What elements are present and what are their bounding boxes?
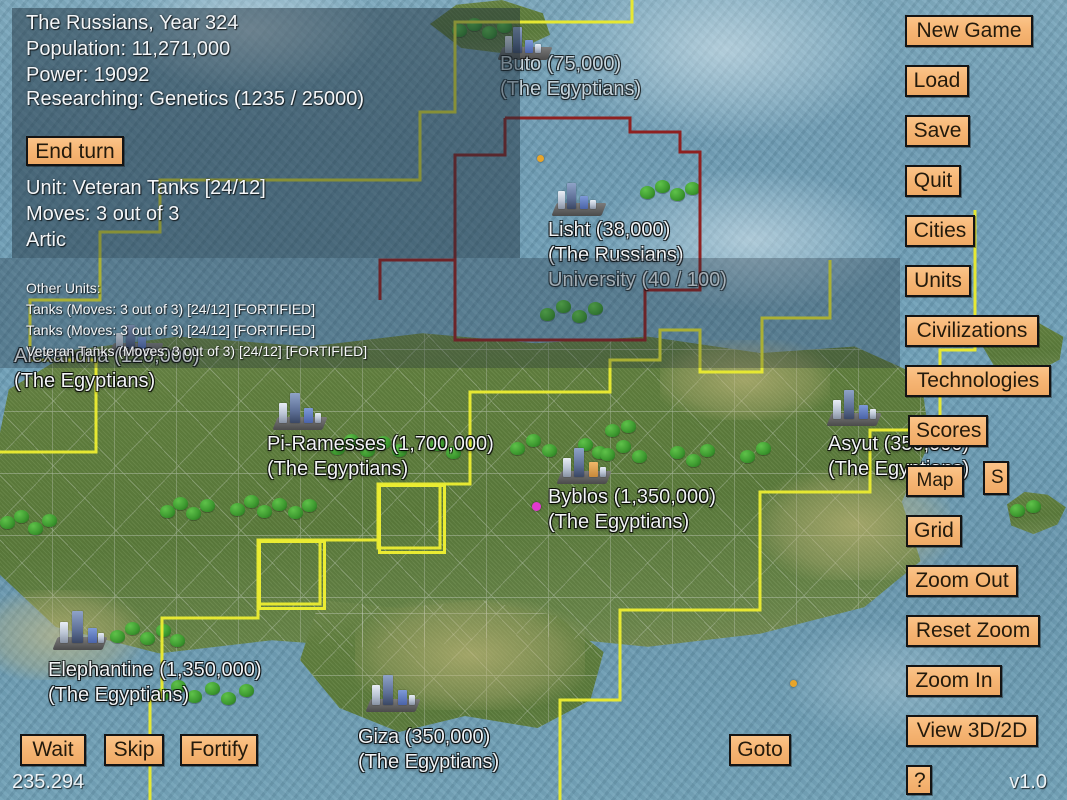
save-button[interactable]: Save [905, 115, 970, 147]
researching-text: Researching: Genetics (1235 / 25000) [26, 88, 364, 110]
scores-button[interactable]: Scores [908, 415, 988, 447]
other-unit-row[interactable]: Tanks (Moves: 3 out of 3) [24/12] [FORTI… [26, 299, 315, 319]
units-button[interactable]: Units [905, 265, 971, 297]
s-button[interactable]: S [983, 461, 1009, 495]
other-units-heading: Other Units: [26, 280, 101, 296]
help-button[interactable]: ? [906, 765, 932, 795]
civ-year-text: The Russians, Year 324 [26, 12, 239, 34]
technologies-button[interactable]: Technologies [905, 365, 1051, 397]
map-button[interactable]: Map [906, 465, 964, 497]
unit-terrain-text: Artic [26, 229, 66, 251]
game-screen: Buto (75,000) (The Egyptians) Lisht (38,… [0, 0, 1067, 800]
zoom-in-button[interactable]: Zoom In [906, 665, 1002, 697]
resource-marker [790, 680, 797, 687]
new-game-button[interactable]: New Game [905, 15, 1033, 47]
unit-moves-text: Moves: 3 out of 3 [26, 203, 180, 225]
other-unit-row[interactable]: Veteran Tanks (Moves: 3 out of 3) [24/12… [26, 341, 367, 361]
power-text: Power: 19092 [26, 64, 150, 86]
coordinate-readout: 235.294 [12, 771, 85, 793]
fortify-button[interactable]: Fortify [180, 734, 258, 766]
resource-marker [537, 155, 544, 162]
reset-zoom-button[interactable]: Reset Zoom [906, 615, 1040, 647]
wait-button[interactable]: Wait [20, 734, 86, 766]
cities-button[interactable]: Cities [905, 215, 975, 247]
view-3d-2d-button[interactable]: View 3D/2D [906, 715, 1038, 747]
other-unit-row[interactable]: Tanks (Moves: 3 out of 3) [24/12] [FORTI… [26, 320, 315, 340]
unit-marker[interactable] [532, 502, 541, 511]
civilizations-button[interactable]: Civilizations [905, 315, 1039, 347]
zoom-out-button[interactable]: Zoom Out [906, 565, 1018, 597]
current-unit-text: Unit: Veteran Tanks [24/12] [26, 177, 266, 199]
end-turn-button[interactable]: End turn [26, 136, 124, 166]
skip-button[interactable]: Skip [104, 734, 164, 766]
version-label: v1.0 [1009, 771, 1047, 793]
quit-button[interactable]: Quit [905, 165, 961, 197]
grid-button[interactable]: Grid [906, 515, 962, 547]
load-button[interactable]: Load [905, 65, 969, 97]
goto-button[interactable]: Goto [729, 734, 791, 766]
population-text: Population: 11,271,000 [26, 38, 231, 60]
